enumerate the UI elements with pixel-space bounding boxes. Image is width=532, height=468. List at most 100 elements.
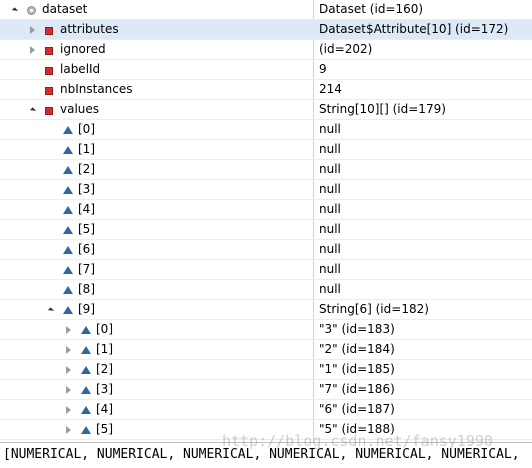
- variable-name-cell: [2]: [0, 160, 313, 179]
- expand-arrow-icon[interactable]: [27, 40, 37, 59]
- variable-name-cell: [8]: [0, 280, 313, 299]
- variable-row[interactable]: attributes Dataset$Attribute[10] (id=172): [0, 20, 532, 40]
- expand-arrow-icon[interactable]: [63, 400, 73, 419]
- variable-value[interactable]: null: [314, 200, 532, 219]
- collapse-arrow-icon[interactable]: [27, 100, 37, 119]
- variable-value[interactable]: null: [314, 260, 532, 279]
- variable-row[interactable]: [5] null: [0, 220, 532, 240]
- variable-row[interactable]: [6] null: [0, 240, 532, 260]
- variable-name-cell: [5]: [0, 420, 313, 439]
- variable-name-cell: [5]: [0, 220, 313, 239]
- variable-row[interactable]: [3] "7" (id=186): [0, 380, 532, 400]
- array-element-icon: [63, 246, 73, 254]
- variable-value[interactable]: String[10][] (id=179): [314, 100, 532, 119]
- variable-value[interactable]: "3" (id=183): [314, 320, 532, 339]
- expand-arrow-icon[interactable]: [63, 360, 73, 379]
- variable-row[interactable]: ignored (id=202): [0, 40, 532, 60]
- variable-row[interactable]: [2] null: [0, 160, 532, 180]
- collapse-arrow-icon[interactable]: [9, 0, 19, 19]
- variable-name-cell: [7]: [0, 260, 313, 279]
- variable-name-cell: [0]: [0, 120, 313, 139]
- variable-row[interactable]: [0] "3" (id=183): [0, 320, 532, 340]
- variable-value[interactable]: "5" (id=188): [314, 420, 532, 439]
- variable-name-cell: [2]: [0, 360, 313, 379]
- console-output: [NUMERICAL, NUMERICAL, NUMERICAL, NUMERI…: [0, 442, 532, 468]
- variable-name: [4]: [78, 202, 95, 216]
- variable-name-cell: [1]: [0, 140, 313, 159]
- variable-value[interactable]: "1" (id=185): [314, 360, 532, 379]
- variable-value[interactable]: 9: [314, 60, 532, 79]
- variable-name: [6]: [78, 242, 95, 256]
- variable-name: [0]: [96, 322, 113, 336]
- variable-row[interactable]: [1] null: [0, 140, 532, 160]
- array-element-icon: [81, 426, 91, 434]
- private-field-icon: [45, 47, 53, 55]
- variable-row[interactable]: labelId 9: [0, 60, 532, 80]
- variable-row[interactable]: [1] "2" (id=184): [0, 340, 532, 360]
- array-element-icon: [81, 326, 91, 334]
- variable-name: labelId: [60, 62, 101, 76]
- variable-row[interactable]: [8] null: [0, 280, 532, 300]
- variable-name-cell: labelId: [0, 60, 313, 79]
- variable-name: [2]: [78, 162, 95, 176]
- variable-value[interactable]: (id=202): [314, 40, 532, 59]
- variable-row[interactable]: [9] String[6] (id=182): [0, 300, 532, 320]
- private-field-icon: [45, 67, 53, 75]
- variable-value[interactable]: "7" (id=186): [314, 380, 532, 399]
- variable-name-cell: [4]: [0, 200, 313, 219]
- variable-name: [4]: [96, 402, 113, 416]
- variable-row[interactable]: [4] "6" (id=187): [0, 400, 532, 420]
- variable-name: [3]: [96, 382, 113, 396]
- variable-value[interactable]: null: [314, 140, 532, 159]
- variable-value[interactable]: "2" (id=184): [314, 340, 532, 359]
- variable-value[interactable]: null: [314, 120, 532, 139]
- variable-row[interactable]: [4] null: [0, 200, 532, 220]
- variable-name-cell: ignored: [0, 40, 313, 59]
- variable-row[interactable]: [5] "5" (id=188): [0, 420, 532, 440]
- variable-row[interactable]: [2] "1" (id=185): [0, 360, 532, 380]
- variable-value[interactable]: null: [314, 280, 532, 299]
- array-element-icon: [63, 166, 73, 174]
- array-element-icon: [63, 286, 73, 294]
- array-element-icon: [63, 306, 73, 314]
- array-element-icon: [63, 186, 73, 194]
- variable-value[interactable]: "6" (id=187): [314, 400, 532, 419]
- variable-name: nbInstances: [60, 82, 133, 96]
- private-field-icon: [45, 87, 53, 95]
- variable-name-cell: [1]: [0, 340, 313, 359]
- collapse-arrow-icon[interactable]: [45, 300, 55, 319]
- variable-name-cell: nbInstances: [0, 80, 313, 99]
- variable-row[interactable]: [0] null: [0, 120, 532, 140]
- expand-arrow-icon[interactable]: [27, 20, 37, 39]
- expand-arrow-icon[interactable]: [63, 420, 73, 439]
- variable-value[interactable]: Dataset$Attribute[10] (id=172): [314, 20, 532, 39]
- array-element-icon: [63, 206, 73, 214]
- variable-name-cell: dataset: [0, 0, 313, 19]
- variable-row[interactable]: [7] null: [0, 260, 532, 280]
- variable-name: attributes: [60, 22, 119, 36]
- variable-name-cell: [6]: [0, 240, 313, 259]
- variable-row[interactable]: values String[10][] (id=179): [0, 100, 532, 120]
- variable-name: [9]: [78, 302, 95, 316]
- array-element-icon: [81, 386, 91, 394]
- expand-arrow-icon[interactable]: [63, 380, 73, 399]
- array-element-icon: [63, 266, 73, 274]
- expand-arrow-icon[interactable]: [63, 340, 73, 359]
- variable-name: [8]: [78, 282, 95, 296]
- variable-name-cell: [4]: [0, 400, 313, 419]
- expand-arrow-icon[interactable]: [63, 320, 73, 339]
- array-element-icon: [81, 366, 91, 374]
- variable-value[interactable]: 214: [314, 80, 532, 99]
- variable-value[interactable]: Dataset (id=160): [314, 0, 532, 19]
- variable-value[interactable]: null: [314, 160, 532, 179]
- variable-value[interactable]: null: [314, 180, 532, 199]
- variable-row[interactable]: dataset Dataset (id=160): [0, 0, 532, 20]
- variable-value[interactable]: null: [314, 220, 532, 239]
- variable-name: dataset: [42, 2, 88, 16]
- array-element-icon: [81, 346, 91, 354]
- variable-value[interactable]: String[6] (id=182): [314, 300, 532, 319]
- variable-row[interactable]: nbInstances 214: [0, 80, 532, 100]
- variable-row[interactable]: [3] null: [0, 180, 532, 200]
- variable-value[interactable]: null: [314, 240, 532, 259]
- object-circle-icon: [27, 6, 36, 15]
